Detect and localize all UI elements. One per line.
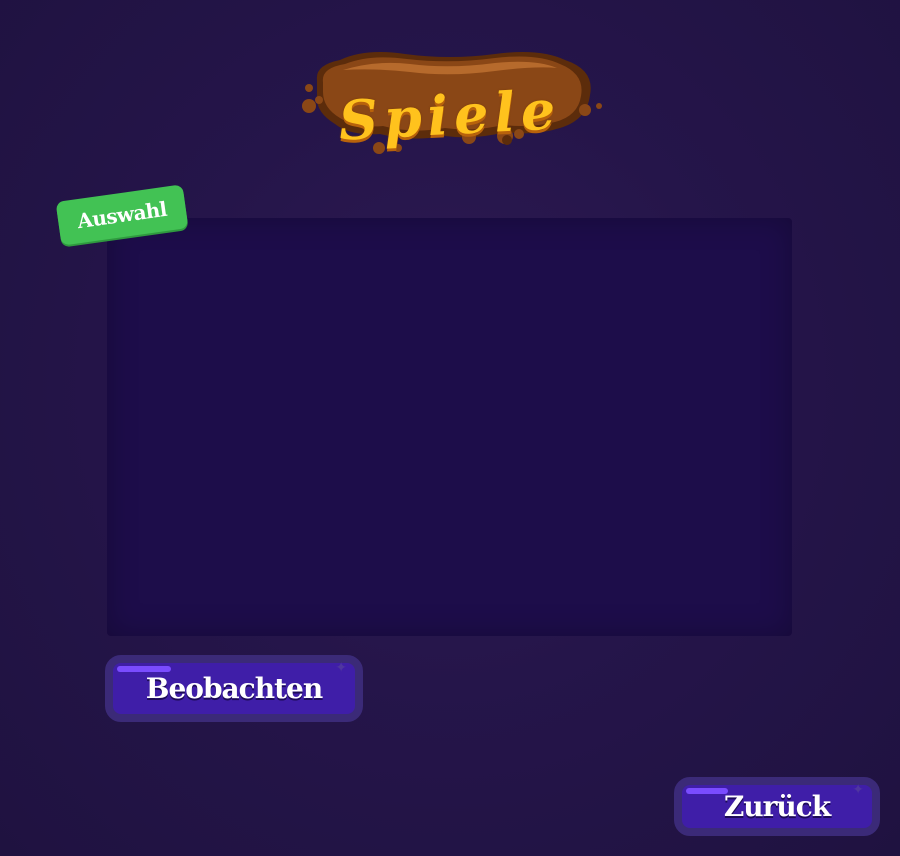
watch-button-label: Beobachten bbox=[145, 672, 323, 705]
button-shine bbox=[686, 788, 728, 794]
button-corner-decoration: ✦ bbox=[335, 660, 347, 676]
title-banner: Spiele bbox=[295, 40, 605, 160]
back-button[interactable]: ✦ Zurück bbox=[674, 777, 880, 836]
watch-button[interactable]: ✦ Beobachten bbox=[105, 655, 363, 722]
selection-tag-label: Auswahl bbox=[75, 196, 169, 234]
game-selection-panel bbox=[107, 218, 792, 636]
back-button-label: Zurück bbox=[723, 790, 831, 823]
button-corner-decoration: ✦ bbox=[852, 782, 864, 798]
